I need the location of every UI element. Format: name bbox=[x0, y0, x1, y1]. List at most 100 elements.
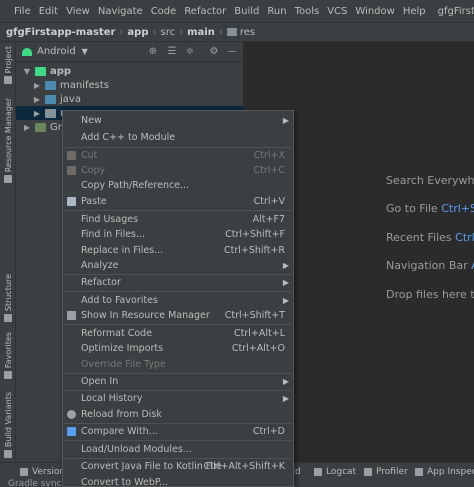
menu-item-optimize-imports[interactable]: Optimize Imports Ctrl+Alt+O bbox=[63, 341, 293, 356]
menu-item-label: Analyze bbox=[81, 260, 119, 271]
tool-tab-favorites-label: Favorites bbox=[3, 332, 13, 369]
tool-tab-profiler[interactable]: Profiler bbox=[364, 467, 408, 477]
menu-item-label: Reformat Code bbox=[81, 328, 153, 339]
menu-item-shortcut: Ctrl+Alt+O bbox=[231, 343, 285, 354]
tree-item-label: java bbox=[60, 93, 81, 105]
copy-icon bbox=[67, 166, 76, 175]
menu-item-shortcut: Ctrl+D bbox=[252, 426, 285, 437]
menu-item-cut[interactable]: Cut Ctrl+X bbox=[63, 148, 293, 163]
menu-item-compare-with[interactable]: Compare With... Ctrl+D bbox=[63, 424, 293, 439]
chevron-right-icon: › bbox=[119, 26, 124, 38]
menu-item-show-in-resource-manager[interactable]: Show In Resource Manager Ctrl+Shift+T bbox=[63, 308, 293, 323]
chevron-down-icon[interactable]: ▼ bbox=[82, 47, 88, 56]
star-icon bbox=[4, 371, 12, 380]
breadcrumb-res[interactable]: res bbox=[240, 27, 255, 38]
breadcrumb-main[interactable]: main bbox=[187, 27, 215, 38]
menu-item-analyze[interactable]: Analyze ▶ bbox=[63, 258, 293, 273]
tool-tab-logcat[interactable]: Logcat bbox=[314, 467, 356, 477]
menu-item-label: Local History bbox=[81, 393, 143, 404]
menu-item-load-unload-modules[interactable]: Load/Unload Modules... bbox=[63, 442, 293, 457]
chevron-right-icon[interactable]: ▶ bbox=[22, 123, 32, 132]
menu-bar: File Edit View Navigate Code Refactor Bu… bbox=[0, 0, 474, 22]
chevron-right-icon: ▶ bbox=[282, 377, 289, 386]
menu-code[interactable]: Code bbox=[147, 6, 181, 17]
menu-item-convert-to-kotlin[interactable]: Convert Java File to Kotlin File Ctrl+Al… bbox=[63, 459, 293, 474]
menu-item-replace-in-files[interactable]: Replace in Files... Ctrl+Shift+R bbox=[63, 243, 293, 258]
menu-navigate[interactable]: Navigate bbox=[94, 6, 147, 17]
menu-run[interactable]: Run bbox=[263, 6, 290, 17]
minimize-icon[interactable]: — bbox=[226, 46, 238, 58]
project-view-selector[interactable]: Android bbox=[37, 46, 76, 57]
breadcrumb-src[interactable]: src bbox=[161, 27, 176, 38]
menu-item-copy[interactable]: Copy Ctrl+C bbox=[63, 163, 293, 178]
menu-separator bbox=[64, 324, 292, 325]
collapse-all-icon[interactable]: ☰ bbox=[166, 46, 178, 58]
menu-build[interactable]: Build bbox=[230, 6, 263, 17]
expand-all-icon[interactable]: ≑ bbox=[184, 46, 196, 58]
gear-icon[interactable]: ⚙ bbox=[208, 46, 220, 58]
hint-navigation-bar: Navigation Bar A bbox=[386, 259, 474, 272]
menu-refactor[interactable]: Refactor bbox=[180, 6, 230, 17]
menu-file[interactable]: File bbox=[10, 6, 35, 17]
menu-item-reload-from-disk[interactable]: Reload from Disk bbox=[63, 407, 293, 422]
menu-item-find-in-files[interactable]: Find in Files... Ctrl+Shift+F bbox=[63, 227, 293, 242]
menu-window[interactable]: Window bbox=[351, 6, 398, 17]
chevron-right-icon[interactable]: ▶ bbox=[32, 81, 42, 90]
tool-tab-project[interactable]: Project bbox=[0, 46, 16, 85]
menu-item-reformat-code[interactable]: Reformat Code Ctrl+Alt+L bbox=[63, 326, 293, 341]
globe-icon[interactable]: ⊕ bbox=[147, 46, 159, 58]
chevron-down-icon[interactable]: ▼ bbox=[22, 67, 32, 76]
menu-item-label: Override File Type bbox=[81, 359, 166, 370]
build-variants-icon bbox=[4, 450, 12, 459]
gradle-icon bbox=[35, 122, 46, 132]
menu-item-label: Compare With... bbox=[81, 426, 158, 437]
tool-tab-app-inspection[interactable]: App Inspecti bbox=[415, 467, 474, 477]
menu-item-label: Convert to WebP... bbox=[81, 477, 169, 487]
menu-item-new[interactable]: New ▶ bbox=[63, 113, 293, 128]
breadcrumb-project[interactable]: gfgFirstapp-master bbox=[6, 27, 115, 38]
context-menu: New ▶ Add C++ to Module Cut Ctrl+X Copy … bbox=[62, 110, 294, 487]
chevron-right-icon[interactable]: ▶ bbox=[32, 109, 42, 118]
hint-search-everywhere: Search Everywhe bbox=[386, 174, 474, 187]
tree-item-manifests[interactable]: ▶ manifests bbox=[16, 78, 243, 92]
version-control-icon bbox=[20, 468, 28, 476]
chevron-right-icon[interactable]: ▶ bbox=[32, 95, 42, 104]
window-title: gfgFirstapp bbox=[437, 5, 474, 17]
menu-item-shortcut: Ctrl+Alt+L bbox=[234, 328, 285, 339]
menu-item-override-file-type[interactable]: Override File Type bbox=[63, 357, 293, 372]
menu-item-find-usages[interactable]: Find Usages Alt+F7 bbox=[63, 212, 293, 227]
menu-vcs[interactable]: VCS bbox=[323, 6, 351, 17]
status-label: Gradle sync bbox=[8, 479, 62, 487]
menu-item-label: Convert Java File to Kotlin File bbox=[81, 461, 222, 472]
menu-item-add-cpp[interactable]: Add C++ to Module bbox=[63, 130, 293, 145]
breadcrumb: gfgFirstapp-master › app › src › main › … bbox=[0, 22, 474, 42]
menu-item-label: Copy bbox=[81, 165, 106, 176]
status-text: Gradle sync bbox=[8, 479, 61, 487]
tool-tab-resource-manager[interactable]: Resource Manager bbox=[0, 98, 16, 184]
tool-tab-build-variants-label: Build Variants bbox=[3, 392, 13, 448]
tool-tab-version-control[interactable]: Version bbox=[20, 467, 65, 477]
menu-item-shortcut: Ctrl+C bbox=[253, 165, 286, 176]
menu-item-local-history[interactable]: Local History ▶ bbox=[63, 391, 293, 406]
resource-manager-icon bbox=[4, 175, 12, 184]
menu-view[interactable]: View bbox=[62, 6, 94, 17]
menu-item-convert-to-webp[interactable]: Convert to WebP... bbox=[63, 475, 293, 487]
menu-item-open-in[interactable]: Open In ▶ bbox=[63, 374, 293, 389]
menu-help[interactable]: Help bbox=[399, 6, 430, 17]
menu-item-paste[interactable]: Paste Ctrl+V bbox=[63, 194, 293, 209]
menu-item-label: Replace in Files... bbox=[81, 245, 164, 256]
menu-item-add-to-favorites[interactable]: Add to Favorites ▶ bbox=[63, 293, 293, 308]
tool-tab-favorites[interactable]: Favorites bbox=[0, 332, 16, 380]
tool-tab-build-variants[interactable]: Build Variants bbox=[0, 392, 16, 459]
tree-item-java[interactable]: ▶ java bbox=[16, 92, 243, 106]
menu-item-refactor[interactable]: Refactor ▶ bbox=[63, 275, 293, 290]
tree-item-app[interactable]: ▼ app bbox=[16, 64, 243, 78]
hint-recent-files: Recent Files Ctrl bbox=[386, 231, 474, 244]
tool-tab-structure[interactable]: Structure bbox=[0, 274, 16, 323]
menu-edit[interactable]: Edit bbox=[35, 6, 62, 17]
menu-item-copy-path[interactable]: Copy Path/Reference... bbox=[63, 178, 293, 193]
hint-label: Drop files here to bbox=[386, 288, 474, 301]
menu-tools[interactable]: Tools bbox=[291, 6, 324, 17]
hint-go-to-file: Go to File Ctrl+S bbox=[386, 202, 474, 215]
breadcrumb-app[interactable]: app bbox=[127, 27, 148, 38]
